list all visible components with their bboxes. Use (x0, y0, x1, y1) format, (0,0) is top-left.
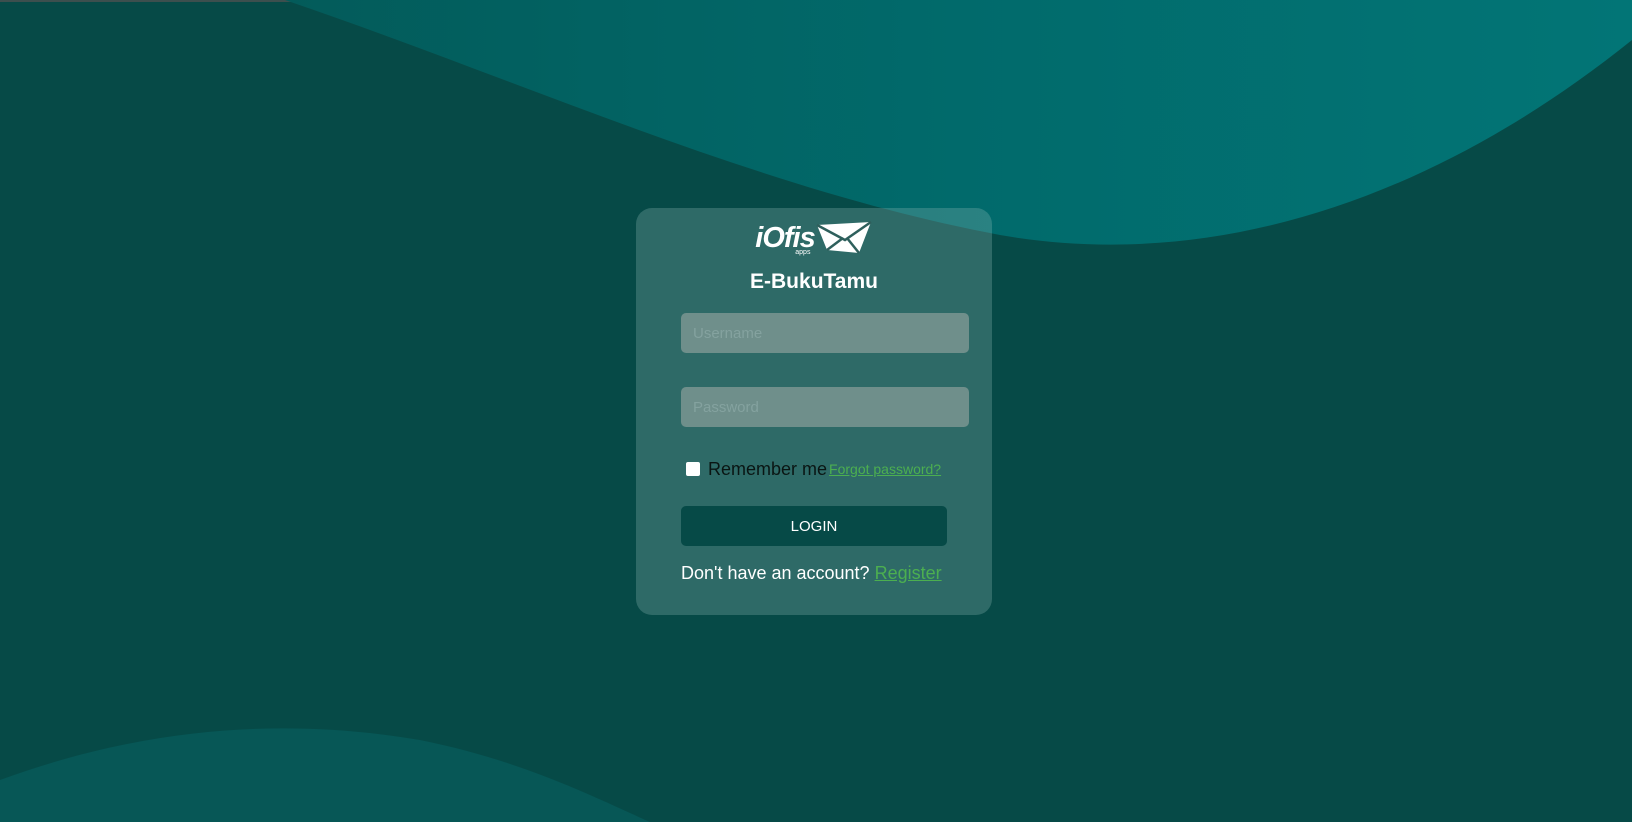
register-link[interactable]: Register (875, 563, 942, 583)
remember-me-checkbox[interactable] (686, 462, 700, 476)
app-logo: iOfis apps (636, 218, 992, 258)
login-card: iOfis apps E-BukuTamu Remember me Forgot… (636, 208, 992, 615)
signup-prompt: Don't have an account? Register (681, 563, 981, 584)
forgot-password-link[interactable]: Forgot password? (829, 461, 941, 477)
username-input[interactable] (681, 313, 969, 353)
login-button[interactable]: LOGIN (681, 506, 947, 546)
password-input[interactable] (681, 387, 969, 427)
logo-subtext: apps (795, 249, 811, 256)
bottom-wave (0, 728, 650, 822)
signup-prompt-text: Don't have an account? (681, 563, 875, 583)
envelope-icon (816, 220, 872, 254)
remember-me-label[interactable]: Remember me (708, 459, 827, 480)
page-title: E-BukuTamu (750, 270, 878, 293)
remember-row: Remember me Forgot password? (686, 457, 948, 481)
